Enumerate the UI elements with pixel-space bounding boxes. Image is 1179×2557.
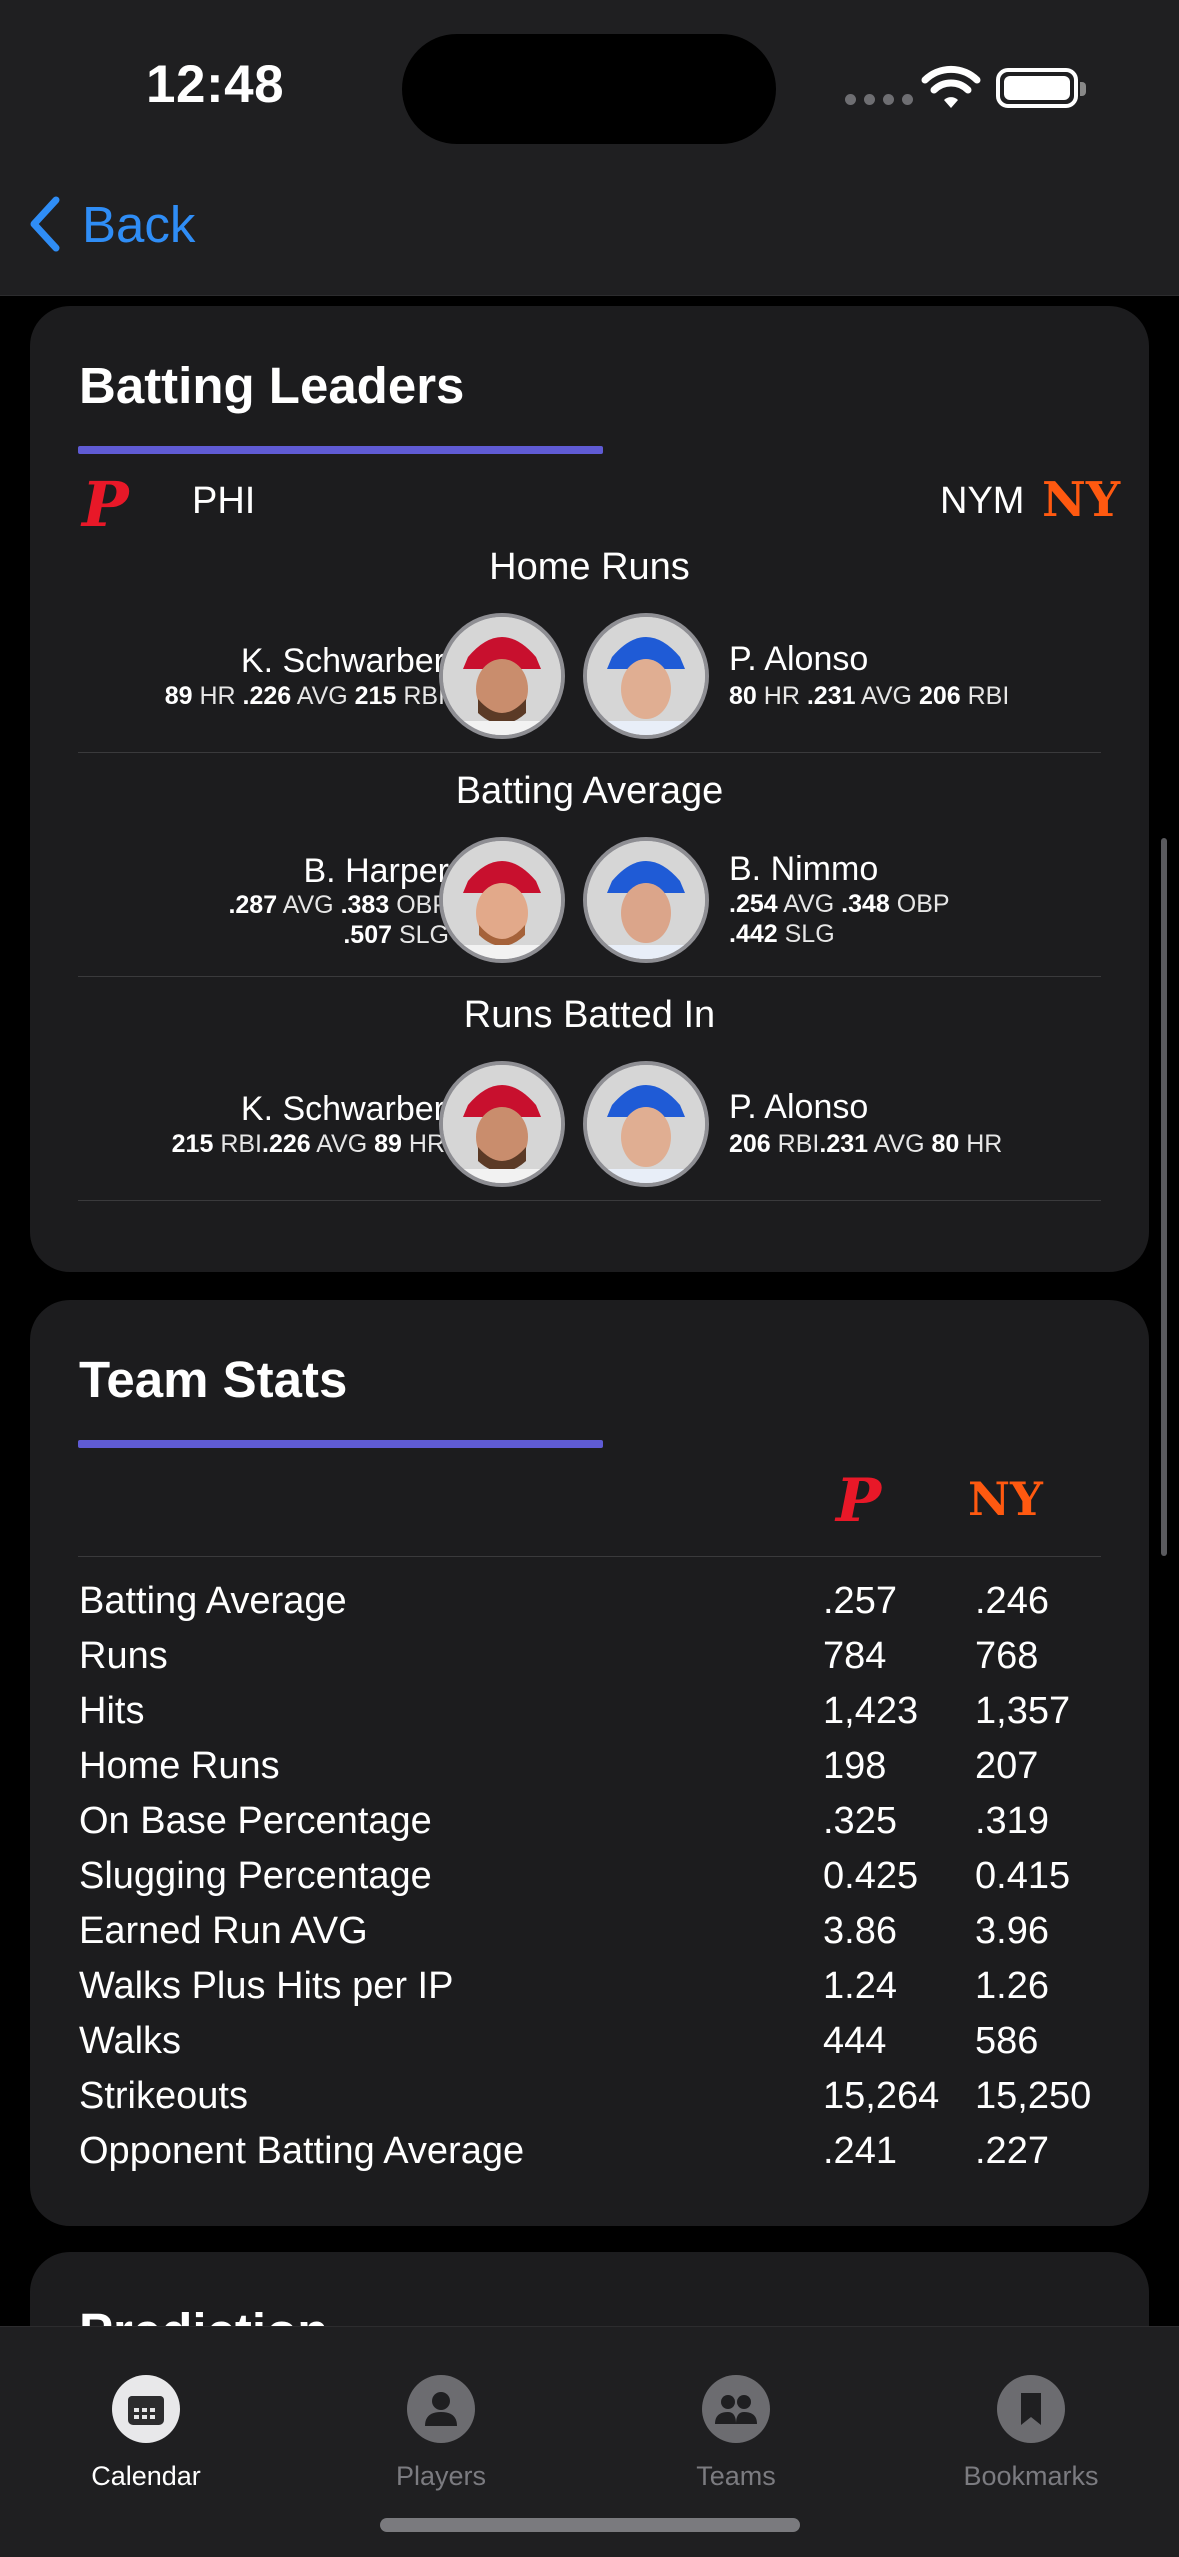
divider bbox=[78, 752, 1101, 753]
chevron-left-icon bbox=[30, 196, 60, 252]
avatar[interactable] bbox=[583, 1061, 709, 1187]
stat-row-phi-value: 15,264 bbox=[823, 2075, 940, 2117]
stat-row-nym-value: 586 bbox=[975, 2020, 1039, 2062]
stat-row-label: Earned Run AVG bbox=[79, 1910, 368, 1952]
dynamic-island bbox=[402, 34, 776, 144]
section-title-home-runs: Home Runs bbox=[489, 546, 690, 588]
calendar-icon bbox=[128, 2396, 164, 2425]
tab-label: Calendar bbox=[91, 2461, 201, 2491]
stat-row-phi-value: .257 bbox=[823, 1580, 897, 1622]
stat-row-phi-value: 1,423 bbox=[823, 1690, 919, 1732]
away-leader-stats: 80 HR .231 AVG 206 RBI bbox=[729, 682, 1010, 710]
stat-row-nym-value: .227 bbox=[975, 2130, 1049, 2172]
avatar[interactable] bbox=[583, 613, 709, 739]
home-leader-name: K. Schwarber bbox=[240, 642, 445, 680]
avatar[interactable] bbox=[439, 837, 565, 963]
status-time: 12:48 bbox=[146, 55, 285, 114]
stat-row-phi-value: 444 bbox=[823, 2020, 887, 2062]
section-title-rbi: Runs Batted In bbox=[463, 994, 716, 1036]
team-stats-card: Team Stats P NY Batting Average .257 .246 R… bbox=[30, 1300, 1149, 2226]
batting-leaders-card: Batting Leaders P PHI NYM NY Home Runs K… bbox=[30, 306, 1149, 1272]
stat-row-label: On Base Percentage bbox=[79, 1800, 432, 1842]
navigation-bar: 12:48 Back bbox=[0, 0, 1179, 296]
scrollbar[interactable] bbox=[1161, 838, 1167, 1556]
stat-row-phi-value: .241 bbox=[823, 2130, 897, 2172]
home-leader-name: B. Harper bbox=[303, 852, 450, 890]
tab-teams[interactable]: Teams bbox=[626, 2375, 846, 2492]
stat-row-label: Slugging Percentage bbox=[79, 1855, 432, 1897]
stat-row-nym-value: 15,250 bbox=[975, 2075, 1092, 2117]
stat-row-label: Runs bbox=[79, 1635, 168, 1677]
battery-icon bbox=[996, 68, 1086, 108]
home-team-abbr: PHI bbox=[192, 480, 256, 522]
tab-players[interactable]: Players bbox=[331, 2375, 551, 2492]
section-title-batting-average: Batting Average bbox=[455, 770, 724, 812]
phillies-logo-icon: P bbox=[836, 1466, 882, 1536]
away-leader-name: P. Alonso bbox=[729, 1088, 869, 1126]
avatar[interactable] bbox=[439, 1061, 565, 1187]
stat-row-nym-value: 768 bbox=[975, 1635, 1039, 1677]
stat-row-phi-value: 784 bbox=[823, 1635, 887, 1677]
bookmark-icon bbox=[1021, 2393, 1041, 2425]
title-underline bbox=[78, 1440, 603, 1448]
card-title: Team Stats bbox=[79, 1351, 348, 1408]
away-leader-name: B. Nimmo bbox=[729, 850, 879, 888]
stat-row-nym-value: 1.26 bbox=[975, 1965, 1049, 2007]
stat-row-label: Walks bbox=[79, 2020, 182, 2062]
stat-row-nym-value: .246 bbox=[975, 1580, 1049, 1622]
mets-logo-icon: NY bbox=[1042, 472, 1121, 528]
avatar[interactable] bbox=[439, 613, 565, 739]
away-leader-stats: .254 AVG .348 OBP bbox=[729, 890, 950, 918]
away-team-abbr: NYM bbox=[940, 480, 1025, 522]
stat-row-nym-value: 0.415 bbox=[975, 1855, 1071, 1897]
divider bbox=[78, 1556, 1101, 1557]
stat-row-label: Walks Plus Hits per IP bbox=[79, 1965, 454, 2007]
stat-row-label: Batting Average bbox=[79, 1580, 347, 1622]
tab-label: Teams bbox=[696, 2461, 776, 2491]
stat-row-phi-value: 3.86 bbox=[823, 1910, 897, 1952]
stat-row-phi-value: 0.425 bbox=[823, 1855, 919, 1897]
card-title: Batting Leaders bbox=[79, 357, 465, 414]
tab-bookmarks[interactable]: Bookmarks bbox=[921, 2375, 1141, 2492]
away-leader-name: P. Alonso bbox=[729, 640, 869, 678]
people-icon bbox=[715, 2395, 757, 2424]
title-underline bbox=[78, 446, 603, 454]
home-leader-stats: 215 RBI.226 AVG 89 HR bbox=[171, 1130, 445, 1158]
avatar[interactable] bbox=[583, 837, 709, 963]
home-leader-stats-line2: .507 SLG bbox=[343, 921, 449, 949]
stat-row-label: Home Runs bbox=[79, 1745, 280, 1787]
divider bbox=[78, 976, 1101, 977]
tab-label: Players bbox=[395, 2461, 487, 2491]
wifi-icon bbox=[921, 65, 981, 108]
stat-row-nym-value: 1,357 bbox=[975, 1690, 1071, 1732]
away-leader-stats-line2: .442 SLG bbox=[729, 920, 835, 948]
person-icon bbox=[425, 2392, 457, 2426]
stat-row-nym-value: 207 bbox=[975, 1745, 1039, 1787]
stat-row-phi-value: .325 bbox=[823, 1800, 897, 1842]
away-leader-stats: 206 RBI.231 AVG 80 HR bbox=[729, 1130, 1003, 1158]
stat-row-phi-value: 198 bbox=[823, 1745, 887, 1787]
phillies-logo-icon: P bbox=[82, 468, 129, 541]
mets-logo-icon: NY bbox=[968, 1472, 1043, 1526]
home-leader-stats: 89 HR .226 AVG 215 RBI bbox=[164, 682, 445, 710]
team-header-row: P PHI NYM NY bbox=[78, 468, 1120, 541]
stat-row-label: Opponent Batting Average bbox=[79, 2130, 525, 2172]
tab-label: Bookmarks bbox=[963, 2461, 1099, 2491]
stat-row-nym-value: 3.96 bbox=[975, 1910, 1049, 1952]
back-button[interactable]: Back bbox=[26, 194, 195, 254]
stat-row-label: Hits bbox=[79, 1690, 145, 1732]
home-leader-name: K. Schwarber bbox=[240, 1090, 445, 1128]
home-leader-stats: .287 AVG .383 OBP bbox=[228, 891, 449, 919]
back-label: Back bbox=[82, 195, 196, 253]
tab-calendar[interactable]: Calendar bbox=[36, 2375, 256, 2492]
stat-row-phi-value: 1.24 bbox=[823, 1965, 897, 2007]
cellular-signal-icon bbox=[845, 94, 913, 105]
stat-row-nym-value: .319 bbox=[975, 1800, 1049, 1842]
home-indicator bbox=[380, 2518, 800, 2532]
divider bbox=[78, 1200, 1101, 1201]
stat-row-label: Strikeouts bbox=[79, 2075, 248, 2117]
